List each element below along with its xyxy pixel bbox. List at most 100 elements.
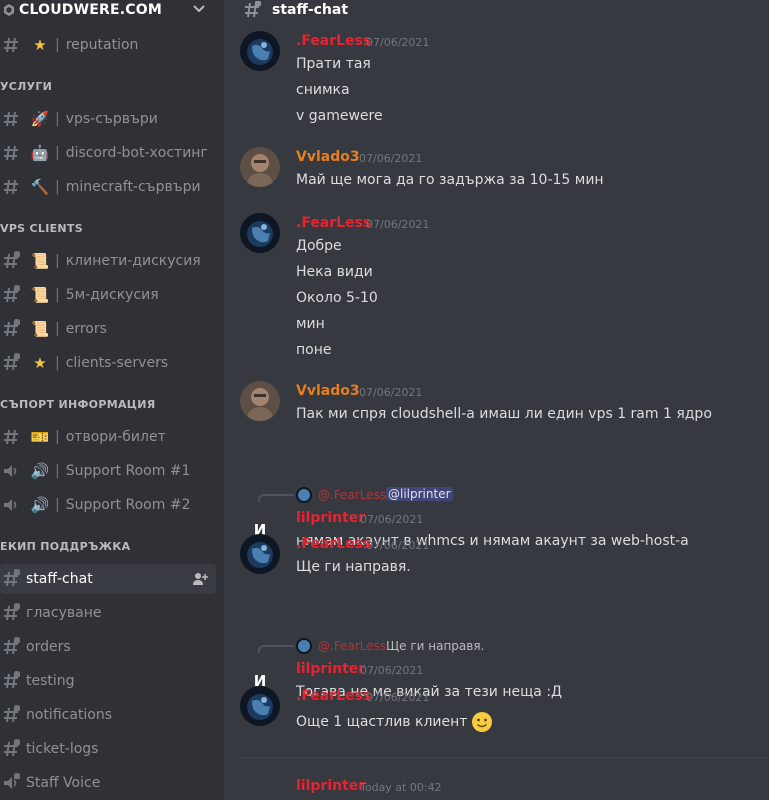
locked-text-channel-icon	[1, 739, 21, 759]
separator: |	[55, 111, 60, 127]
sidebar-item-label: vps-сървъри	[65, 111, 158, 127]
sidebar-item-label: orders	[26, 639, 71, 655]
sidebar-item-label: 5м-дискусия	[65, 287, 159, 303]
channel-emoji-icon: 📜	[30, 286, 50, 304]
channel-header: staff-chat	[224, 0, 769, 20]
text-channel-icon	[1, 35, 21, 55]
avatar[interactable]	[240, 534, 280, 574]
sidebar-item-label: clients-servers	[65, 355, 169, 371]
sidebar-item-staff-voice[interactable]: Staff Voice	[0, 768, 216, 798]
sidebar-item-отвори-билет[interactable]: 🎫 | отвори-билет	[0, 422, 216, 452]
sidebar-item-staff-chat[interactable]: staff-chat	[0, 564, 216, 594]
sidebar-item-клинети-дискусия[interactable]: 📜 | клинети-дискусия	[0, 246, 216, 276]
add-user-icon[interactable]	[192, 571, 208, 587]
sidebar-item-reputation[interactable]: ★ | reputation	[0, 30, 216, 60]
sidebar-item-clients-servers[interactable]: ★ | clients-servers	[0, 348, 216, 378]
locked-text-channel-icon	[1, 569, 21, 589]
reply-author: @.FearLess	[318, 488, 387, 502]
message-text: Ще ги направя.	[296, 559, 411, 575]
message-author[interactable]: lilprinter	[296, 778, 365, 794]
sidebar-item-label: отвори-билет	[65, 429, 166, 445]
message-timestamp: 07/06/2021	[366, 36, 430, 49]
sidebar-item-notifications[interactable]: notifications	[0, 700, 216, 730]
reply-avatar	[296, 638, 312, 654]
message-author[interactable]: Vvlado3	[296, 383, 360, 399]
chevron-down-icon[interactable]	[192, 2, 206, 16]
message-timestamp: 07/06/2021	[360, 513, 424, 526]
separator: |	[55, 145, 60, 161]
message-timestamp: 07/06/2021	[359, 386, 423, 399]
avatar[interactable]	[240, 31, 280, 71]
reply-connector	[258, 494, 294, 502]
text-channel-icon	[1, 109, 21, 129]
message-timestamp: 07/06/2021	[359, 152, 423, 165]
category-header[interactable]: УСЛУГИ	[0, 80, 52, 94]
message-timestamp: 07/06/2021	[366, 691, 430, 704]
sidebar-item-discord-bot-хостинг[interactable]: 🤖 | discord-bot-хостинг	[0, 138, 216, 168]
sidebar-item-testing[interactable]: testing	[0, 666, 216, 696]
sidebar-item-5м-дискусия[interactable]: 📜 | 5м-дискусия	[0, 280, 216, 310]
sidebar-item-label: клинети-дискусия	[65, 253, 201, 269]
text-channel-icon	[1, 427, 21, 447]
message-author[interactable]: lilprinter	[296, 661, 365, 677]
slightly-smiling-face-icon	[472, 712, 493, 732]
reply-avatar	[296, 487, 312, 503]
channel-emoji-icon: 🔊	[30, 496, 50, 514]
channel-title: staff-chat	[272, 2, 349, 18]
sidebar-item-label: testing	[26, 673, 75, 689]
avatar[interactable]	[240, 213, 280, 253]
message-timestamp: 07/06/2021	[366, 539, 430, 552]
sidebar-item-label: reputation	[65, 37, 139, 53]
separator: |	[55, 37, 60, 53]
separator: |	[55, 321, 60, 337]
message-text: Нека види	[296, 264, 373, 280]
locked-text-channel-icon	[1, 285, 21, 305]
message-timestamp: 07/06/2021	[366, 218, 430, 231]
sidebar-item-orders[interactable]: orders	[0, 632, 216, 662]
server-header[interactable]: CLOUDWERE.COM	[0, 0, 224, 20]
server-boost-icon	[4, 4, 14, 16]
channel-emoji-icon: 🔨	[30, 178, 50, 196]
separator: |	[55, 179, 60, 195]
message-author[interactable]: Vvlado3	[296, 149, 360, 165]
message-author[interactable]: .FearLess	[296, 215, 371, 231]
avatar[interactable]	[240, 381, 280, 421]
sidebar-item-minecraft-сървъри[interactable]: 🔨 | minecraft-сървъри	[0, 172, 216, 202]
message-text: Май ще мога да го задържа за 10-15 мин	[296, 172, 604, 188]
locked-text-channel-icon	[245, 1, 261, 18]
sidebar-item-support-room-#1[interactable]: 🔊 | Support Room #1	[0, 456, 216, 486]
separator: |	[55, 253, 60, 269]
reply-author: @.FearLess	[318, 639, 387, 653]
message-author[interactable]: .FearLess	[296, 688, 371, 704]
avatar[interactable]	[240, 686, 280, 726]
message-text: Добре	[296, 238, 342, 254]
sidebar-item-label: notifications	[26, 707, 113, 723]
channel-emoji-icon: 🎫	[30, 428, 50, 446]
sidebar-item-label: Staff Voice	[26, 775, 101, 791]
channel-sidebar: CLOUDWERE.COM ★ | reputation УСЛУГИ 🚀 | vps-съ…	[0, 0, 224, 800]
message-author[interactable]: .FearLess	[296, 536, 371, 552]
message-author[interactable]: .FearLess	[296, 33, 371, 49]
message-text: мин	[296, 316, 325, 332]
sidebar-item-ticket-logs[interactable]: ticket-logs	[0, 734, 216, 764]
category-header[interactable]: СЪПОРТ ИНФОРМАЦИЯ	[0, 398, 156, 412]
message-list: .FearLess 07/06/2021 Прати тая снимка v game…	[224, 20, 769, 800]
reply-text: Ще ги направя.	[386, 639, 485, 653]
category-header[interactable]: ЕКИП ПОДДРЪЖКА	[0, 540, 130, 554]
message-author[interactable]: lilprinter	[296, 510, 365, 526]
locked-text-channel-icon	[1, 603, 21, 623]
sidebar-item-support-room-#2[interactable]: 🔊 | Support Room #2	[0, 490, 216, 520]
category-header[interactable]: VPS CLIENTS	[0, 222, 83, 236]
separator: |	[55, 463, 60, 479]
sidebar-item-гласуване[interactable]: гласуване	[0, 598, 216, 628]
avatar[interactable]: И	[240, 794, 280, 800]
avatar[interactable]	[240, 147, 280, 187]
sidebar-item-errors[interactable]: 📜 | errors	[0, 314, 216, 344]
channel-emoji-icon: 📜	[30, 320, 50, 338]
locked-text-channel-icon	[1, 671, 21, 691]
sidebar-item-vps-сървъри[interactable]: 🚀 | vps-сървъри	[0, 104, 216, 134]
reply-mention: @lilprinter	[386, 487, 453, 501]
separator: |	[55, 497, 60, 513]
text-channel-icon	[1, 177, 21, 197]
channel-emoji-icon: 🤖	[30, 144, 50, 162]
